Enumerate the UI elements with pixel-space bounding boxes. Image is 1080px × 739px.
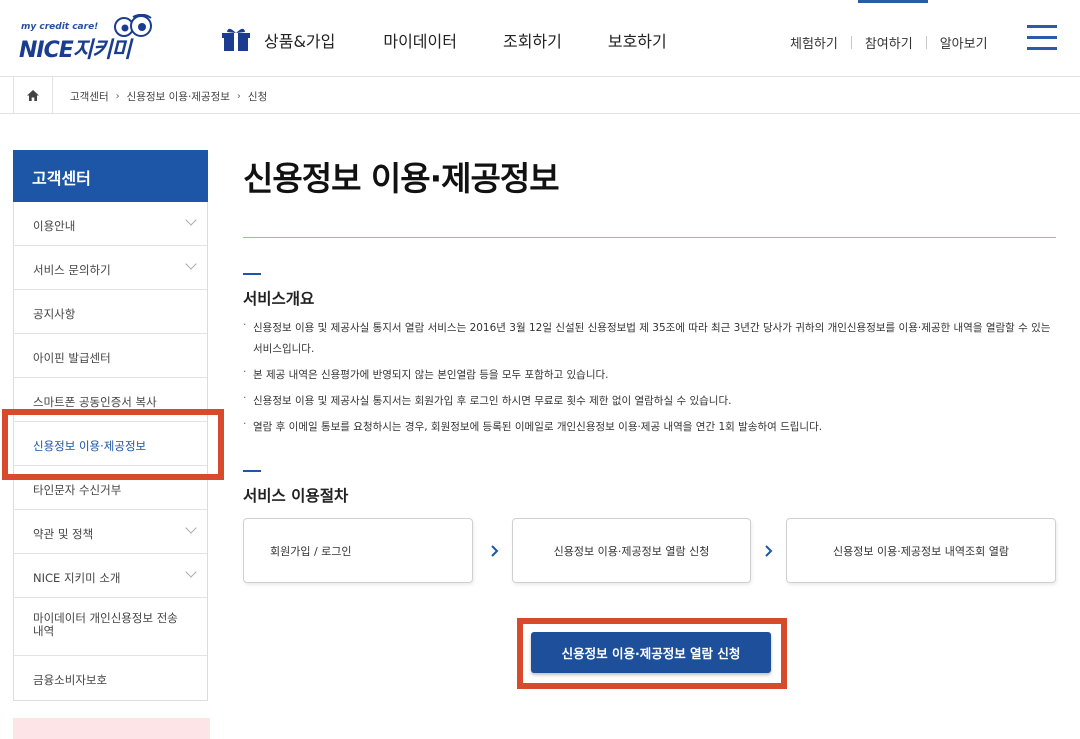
step-apply-view: 신용정보 이용·제공정보 열람 신청 [512, 518, 751, 583]
logo-tagline: my credit care! [21, 22, 99, 32]
step-signup-login: 회원가입 / 로그인 [243, 518, 473, 583]
nav-mydata[interactable]: 마이데이터 [383, 28, 457, 52]
sidebar-item-label: 타인문자 수신거부 [33, 483, 122, 497]
sidebar-item-notice[interactable]: 공지사항 [14, 290, 207, 334]
gift-icon [222, 28, 250, 51]
sidebar-banner[interactable] [13, 718, 210, 739]
chevron-right-icon: › [115, 91, 120, 102]
chevron-down-icon [185, 214, 197, 226]
list-item: 신용정보 이용 및 제공사실 통지서 열람 서비스는 2016년 3월 12일 … [243, 315, 1063, 360]
util-divider [925, 36, 927, 49]
nav-protect[interactable]: 보호하기 [608, 28, 667, 52]
section-marker [243, 470, 261, 472]
step-label: 신용정보 이용·제공정보 내역조회 열람 [833, 544, 1009, 558]
breadcrumb-apply: 신청 [247, 91, 268, 103]
breadcrumb-bar: 고객센터 › 신용정보 이용·제공정보 › 신청 [0, 77, 1080, 114]
chevron-down-icon [185, 566, 197, 578]
sidebar-item-label: 공지사항 [33, 307, 76, 321]
sidebar-item-label: 아이핀 발급센터 [33, 351, 111, 365]
sidebar-highlight-box [2, 409, 224, 480]
util-learn-link[interactable]: 알아보기 [940, 33, 988, 52]
active-nav-indicator [858, 0, 928, 3]
list-item: 본 제공 내역은 신용평가에 반영되지 않는 본인열람 등을 모두 포함하고 있… [243, 362, 1063, 386]
apply-view-button[interactable]: 신용정보 이용·제공정보 열람 신청 [531, 632, 771, 673]
arrow-right-icon [491, 545, 499, 557]
logo-eyes-icon [114, 14, 152, 37]
overview-list: 신용정보 이용 및 제공사실 통지서 열람 서비스는 2016년 3월 12일 … [243, 315, 1063, 443]
sidebar-item-ipin[interactable]: 아이핀 발급센터 [14, 334, 207, 378]
home-icon [27, 90, 39, 101]
sidebar-item-consumer-protection[interactable]: 금융소비자보호 [14, 656, 207, 700]
site-header: my credit care! NICE지키미 상품&가입 마이데이터 조회하기… [0, 0, 1080, 77]
chevron-down-icon [185, 522, 197, 534]
sidebar-item-service-inquiry[interactable]: 서비스 문의하기 [14, 246, 207, 290]
home-button[interactable] [13, 77, 53, 114]
arrow-right-icon [765, 545, 773, 557]
procedure-heading: 서비스 이용절차 [243, 487, 349, 505]
breadcrumb-credit-info[interactable]: 신용정보 이용·제공정보 [127, 89, 230, 104]
breadcrumb-customer-center[interactable]: 고객센터 [70, 89, 109, 104]
util-experience-link[interactable]: 체험하기 [790, 33, 838, 52]
sidebar-item-label: 마이데이터 개인신용정보 전송 내역 [33, 611, 178, 638]
site-logo[interactable]: my credit care! NICE지키미 [19, 12, 154, 63]
title-divider [243, 237, 1056, 238]
list-item: 열람 후 이메일 통보를 요청하시는 경우, 회원정보에 등록된 이메일로 개인… [243, 414, 1063, 438]
util-links: 체험하기 참여하기 알아보기 [790, 33, 988, 52]
menu-icon[interactable] [1027, 25, 1057, 51]
step-label: 회원가입 / 로그인 [270, 544, 352, 558]
util-participate-link[interactable]: 참여하기 [865, 33, 913, 52]
sidebar-item-label: 이용안내 [33, 219, 76, 233]
list-item: 신용정보 이용 및 제공사실 통지서는 회원가입 후 로그인 하시면 무료로 횟… [243, 388, 1063, 412]
page-title: 신용정보 이용·제공정보 [243, 159, 560, 198]
util-divider [850, 36, 852, 49]
sidebar-item-label: 금융소비자보호 [33, 673, 108, 687]
section-marker [243, 273, 261, 275]
nav-products[interactable]: 상품&가입 [264, 28, 335, 52]
sidebar-item-mydata-history[interactable]: 마이데이터 개인신용정보 전송 내역 [14, 598, 207, 656]
nav-inquiry[interactable]: 조회하기 [503, 28, 562, 52]
chevron-down-icon [185, 258, 197, 270]
breadcrumb: 고객센터 › 신용정보 이용·제공정보 › 신청 [70, 89, 267, 104]
main-nav: 상품&가입 마이데이터 조회하기 보호하기 [222, 28, 713, 52]
sidebar-item-label: NICE 지키미 소개 [33, 571, 121, 585]
step-label: 신용정보 이용·제공정보 열람 신청 [553, 544, 710, 558]
sidebar-item-usage-guide[interactable]: 이용안내 [14, 202, 207, 246]
chevron-right-icon: › [236, 91, 241, 102]
sidebar-title: 고객센터 [13, 150, 208, 202]
sidebar-item-about[interactable]: NICE 지키미 소개 [14, 554, 207, 598]
overview-heading: 서비스개요 [243, 290, 315, 308]
sidebar-item-label: 서비스 문의하기 [33, 263, 111, 277]
sidebar-item-label: 스마트폰 공동인증서 복사 [33, 395, 157, 409]
step-history-view: 신용정보 이용·제공정보 내역조회 열람 [786, 518, 1056, 583]
sidebar-item-label: 약관 및 정책 [33, 527, 94, 541]
sidebar-item-terms[interactable]: 약관 및 정책 [14, 510, 207, 554]
